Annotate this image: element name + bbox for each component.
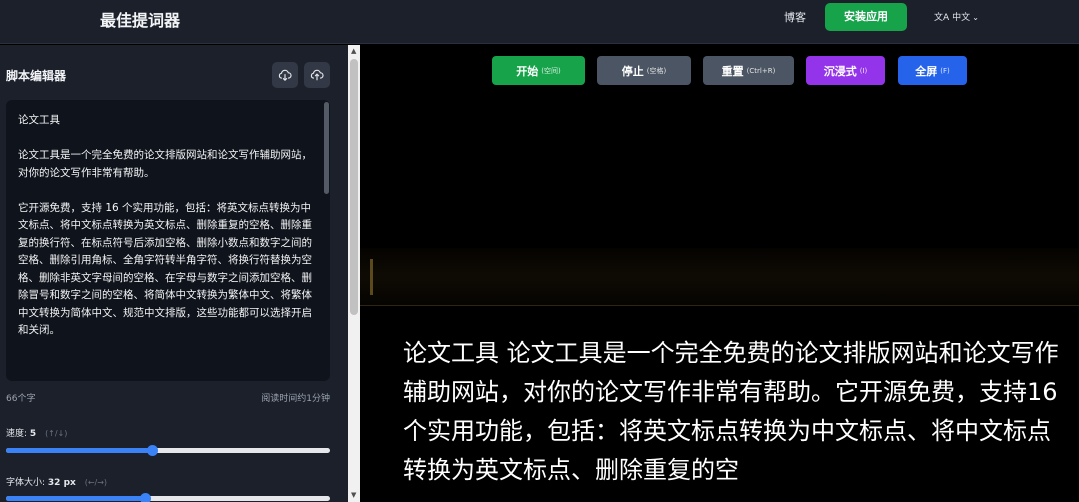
chevron-down-icon: ⌄ <box>972 13 979 22</box>
blog-link[interactable]: 博客 <box>784 9 806 25</box>
stop-shortcut: (空格) <box>646 66 667 75</box>
speed-label-text: 速度: <box>6 429 28 439</box>
script-textarea[interactable]: 论文工具 论文工具是一个完全免费的论文排版网站和论文写作辅助网站，对你的论文写作… <box>6 100 330 381</box>
download-icon <box>278 69 292 82</box>
sidebar-scrollbar[interactable]: ▲ ▼ <box>348 45 360 502</box>
scroll-down-arrow-icon[interactable]: ▼ <box>351 492 356 499</box>
reset-button[interactable]: 重置 (Ctrl+R) <box>703 56 794 85</box>
char-count: 66个字 <box>6 394 36 404</box>
immersive-button[interactable]: 沉浸式 (I) <box>806 56 885 85</box>
language-label: 中文 <box>952 13 971 23</box>
start-label: 开始 <box>516 64 539 78</box>
read-time: 阅读时间约1分钟 <box>261 394 330 404</box>
translate-icon: 文A <box>934 13 950 23</box>
language-selector[interactable]: 文A 中文 ⌄ <box>934 10 979 23</box>
immersive-label: 沉浸式 <box>823 64 857 78</box>
start-button[interactable]: 开始 (空间) <box>492 56 585 85</box>
focus-marker <box>370 259 373 295</box>
font-size-label-text: 字体大小: <box>6 478 46 488</box>
font-size-slider[interactable] <box>6 493 330 502</box>
download-button[interactable] <box>272 62 298 88</box>
speed-value: 5 <box>29 429 37 439</box>
script-text[interactable]: 论文工具 论文工具是一个完全免费的论文排版网站和论文写作辅助网站，对你的论文写作… <box>18 112 316 340</box>
speed-slider[interactable] <box>6 445 330 456</box>
font-size-slider-fill <box>6 496 145 501</box>
reading-highlight-band <box>360 248 1079 306</box>
font-size-label: 字体大小: 32 px (←/→) <box>6 475 107 488</box>
font-size-value: 32 px <box>47 478 76 488</box>
editor-title: 脚本编辑器 <box>6 69 67 83</box>
font-size-hint: (←/→) <box>84 478 108 487</box>
fullscreen-label: 全屏 <box>915 64 938 78</box>
speed-label: 速度: 5 (↑/↓) <box>6 426 67 439</box>
install-app-button[interactable]: 安装应用 <box>825 3 907 31</box>
scroll-up-arrow-icon[interactable]: ▲ <box>351 48 356 55</box>
speed-hint: (↑/↓) <box>45 429 68 438</box>
stop-button[interactable]: 停止 (空格) <box>597 56 691 85</box>
upload-icon <box>310 69 324 81</box>
immersive-shortcut: (I) <box>859 66 868 75</box>
upload-button[interactable] <box>304 62 330 88</box>
prompter-text: 论文工具 论文工具是一个完全免费的论文排版网站和论文写作辅助网站，对你的论文写作… <box>403 339 1059 484</box>
editor-scrollbar[interactable] <box>324 102 329 194</box>
fullscreen-shortcut: (F) <box>940 66 950 75</box>
reset-shortcut: (Ctrl+R) <box>746 66 776 75</box>
top-header: 最佳提词器 博客 安装应用 文A 中文 ⌄ <box>0 0 1079 44</box>
fullscreen-button[interactable]: 全屏 (F) <box>898 56 967 85</box>
start-shortcut: (空间) <box>541 66 561 75</box>
reset-label: 重置 <box>721 64 744 78</box>
speed-slider-thumb[interactable] <box>146 445 158 456</box>
app-title: 最佳提词器 <box>100 11 181 30</box>
script-editor-panel: 脚本编辑器 论文工具 论文工具是一个完全免费的论文排版网站和论文写作辅助网站，对… <box>0 45 348 502</box>
speed-slider-fill <box>6 448 152 453</box>
stop-label: 停止 <box>621 64 644 78</box>
prompter-area: 开始 (空间) 停止 (空格) 重置 (Ctrl+R) 沉浸式 (I) 全屏 (F) 论文… <box>360 45 1079 502</box>
font-size-slider-thumb[interactable] <box>139 493 151 502</box>
scrollbar-thumb[interactable] <box>350 59 358 315</box>
